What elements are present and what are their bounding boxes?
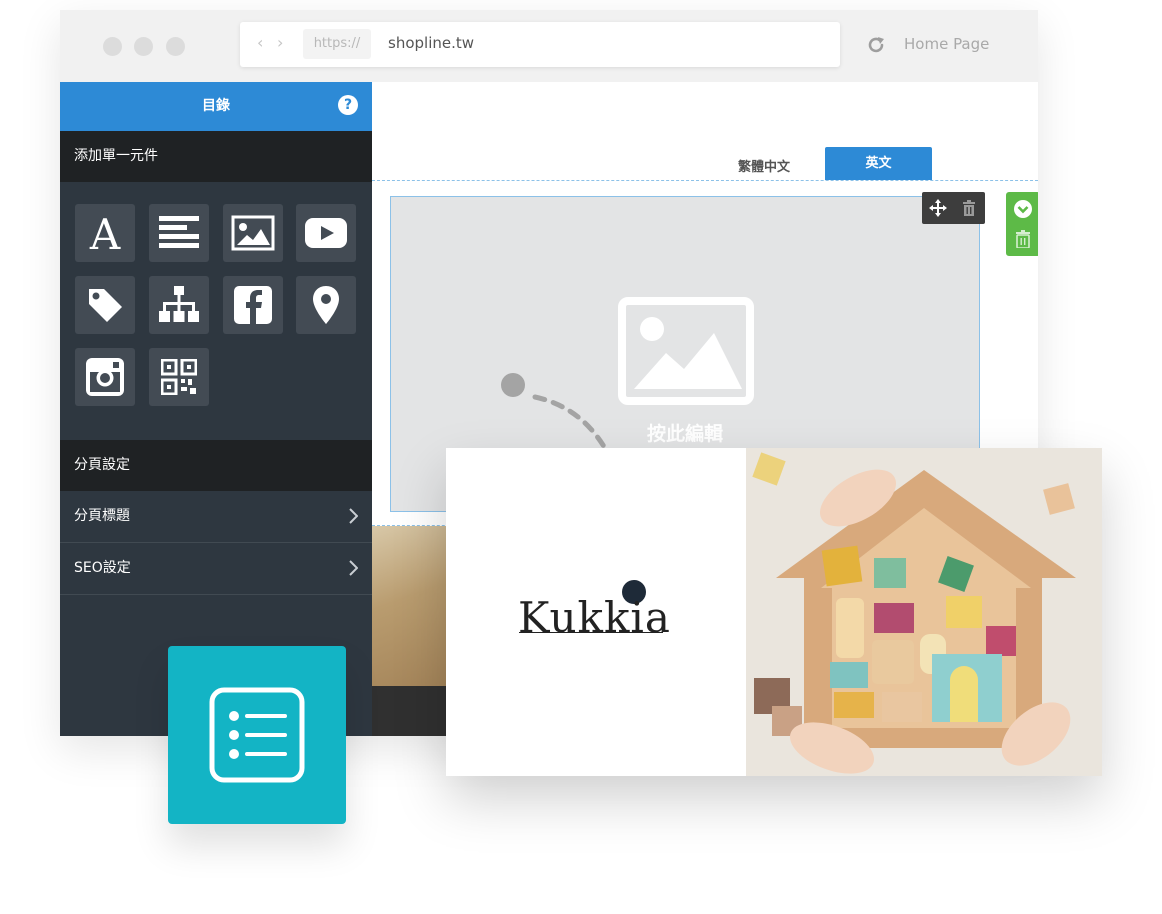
chevron-right-icon xyxy=(349,560,358,576)
window-close-dot[interactable] xyxy=(103,37,122,56)
add-sitemap-button[interactable] xyxy=(149,276,209,334)
reload-icon[interactable] xyxy=(865,34,887,56)
trash-icon[interactable] xyxy=(962,200,976,216)
facebook-icon xyxy=(234,286,272,324)
sidebar-header: 目錄 ? xyxy=(60,82,372,131)
sidebar-item-seo[interactable]: SEO設定 xyxy=(60,543,372,595)
map-pin-icon xyxy=(313,286,339,324)
add-image-button[interactable] xyxy=(223,204,283,262)
window-minimize-dot[interactable] xyxy=(134,37,153,56)
image-icon xyxy=(231,215,275,251)
svg-text:A: A xyxy=(89,211,121,255)
sitemap-icon xyxy=(159,286,199,322)
add-video-button[interactable] xyxy=(296,204,356,262)
sidebar-item-page-title[interactable]: 分頁標題 xyxy=(60,491,372,543)
qr-code-icon xyxy=(161,359,197,395)
logo-underline xyxy=(519,632,663,633)
url-protocol: https:// xyxy=(303,29,371,59)
chevron-down-circle-icon[interactable] xyxy=(1013,199,1033,219)
help-icon[interactable]: ? xyxy=(338,95,358,115)
add-element-heading: 添加單一元件 xyxy=(60,131,372,182)
window-maximize-dot[interactable] xyxy=(166,37,185,56)
text-icon: A xyxy=(89,211,121,255)
back-arrow-icon[interactable]: ‹ xyxy=(257,33,263,52)
youtube-icon xyxy=(305,218,347,248)
paragraph-icon xyxy=(159,216,199,248)
add-qr-code-button[interactable] xyxy=(149,348,209,406)
image-placeholder-label: 按此編輯 xyxy=(646,423,723,445)
address-bar[interactable]: ‹ › https:// shopline.tw xyxy=(240,22,840,67)
home-page-link[interactable]: Home Page xyxy=(904,35,989,53)
editor-sidebar: 目錄 ? 添加單一元件 A 分頁設定 分頁標題 SEO設定 xyxy=(60,82,372,736)
trash-icon[interactable] xyxy=(1015,230,1031,248)
sidebar-item-label: SEO設定 xyxy=(74,560,131,576)
preview-card: Kukkia xyxy=(446,448,1102,776)
background-photo xyxy=(372,526,446,686)
add-tag-button[interactable] xyxy=(75,276,135,334)
add-map-button[interactable] xyxy=(296,276,356,334)
tab-traditional-chinese[interactable]: 繁體中文 xyxy=(738,156,790,175)
page-settings-heading: 分頁設定 xyxy=(60,440,372,491)
block-toolbar xyxy=(922,192,985,224)
add-paragraph-button[interactable] xyxy=(149,204,209,262)
list-feature-badge xyxy=(168,646,346,824)
product-photo xyxy=(746,448,1102,776)
instagram-icon xyxy=(86,358,124,396)
sidebar-title: 目錄 xyxy=(202,98,230,114)
move-icon[interactable] xyxy=(929,199,947,217)
sidebar-item-label: 分頁標題 xyxy=(74,508,130,524)
chevron-right-icon xyxy=(349,508,358,524)
forward-arrow-icon[interactable]: › xyxy=(277,33,283,52)
list-icon xyxy=(209,687,305,783)
add-text-button[interactable]: A xyxy=(75,204,135,262)
add-instagram-button[interactable] xyxy=(75,348,135,406)
url-domain: shopline.tw xyxy=(388,34,475,52)
tag-icon xyxy=(89,289,122,322)
browser-chrome: ‹ › https:// shopline.tw Home Page xyxy=(60,10,1038,82)
section-toolbar xyxy=(1006,192,1038,256)
section-divider xyxy=(372,180,1038,181)
add-facebook-button[interactable] xyxy=(223,276,283,334)
tab-english[interactable]: 英文 xyxy=(825,147,932,180)
footer-strip xyxy=(372,686,446,736)
brand-logo: Kukkia xyxy=(518,593,671,642)
